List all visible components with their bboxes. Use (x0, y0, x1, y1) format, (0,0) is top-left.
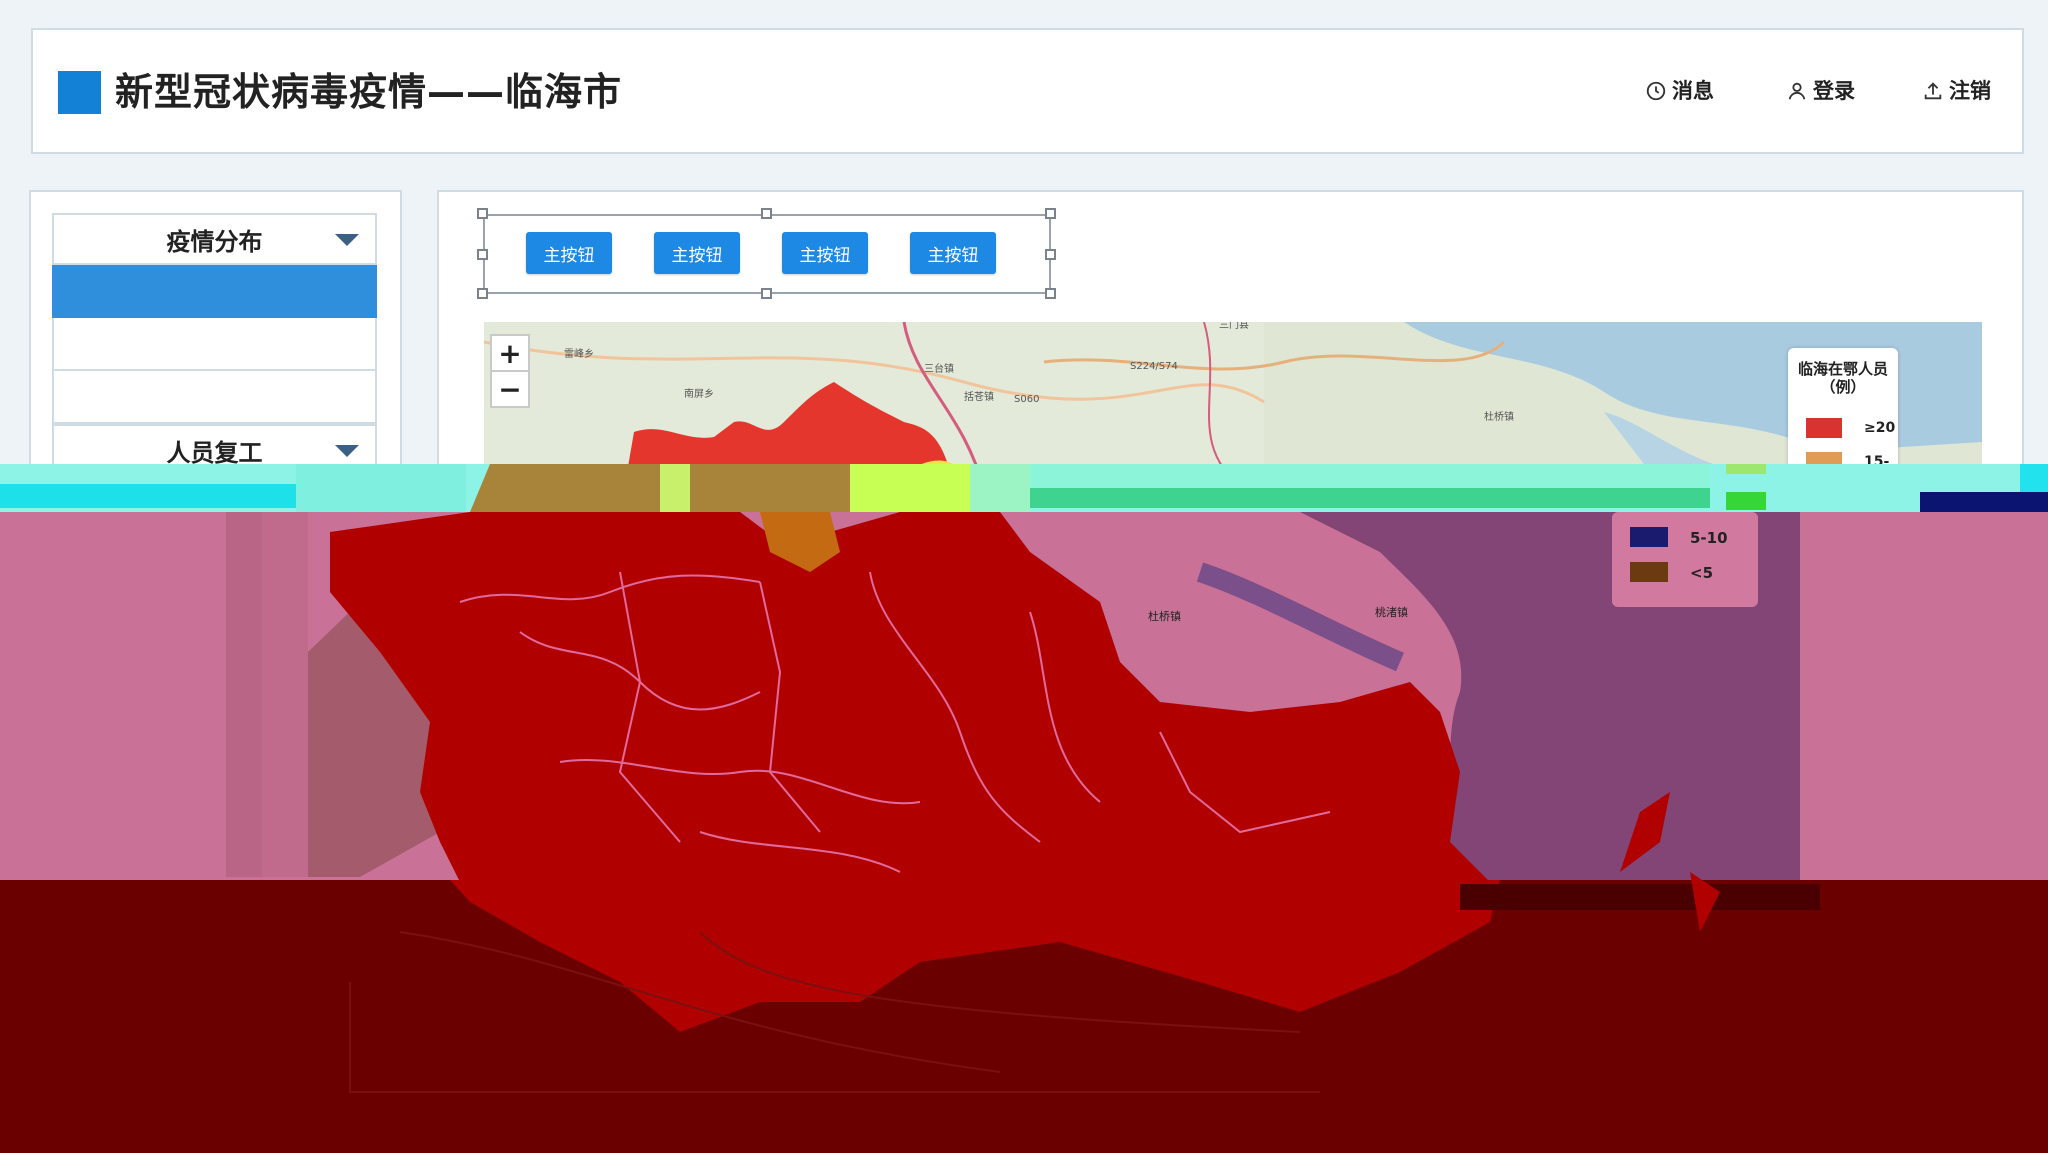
svg-text:杜桥镇: 杜桥镇 (1484, 410, 1514, 423)
page-title: 新型冠状病毒疫情——临海市 (115, 70, 623, 114)
upload-icon (1924, 82, 1942, 100)
main-panel: 主按钮 主按钮 主按钮 主按钮 雷峰乡 南屏乡 三台镇 括苍镇 S060 S22… (437, 190, 2024, 490)
resize-handle[interactable] (477, 249, 488, 260)
sidebar: 疫情分布 人员复工 (29, 190, 402, 490)
primary-button-4[interactable]: 主按钮 (910, 232, 996, 274)
svg-text:括苍镇: 括苍镇 (964, 390, 994, 403)
resize-handle[interactable] (761, 208, 772, 219)
top-header: 新型冠状病毒疫情——临海市 消息 登录 注销 (31, 28, 2024, 154)
svg-text:S060: S060 (1014, 394, 1039, 405)
svg-text:三台镇: 三台镇 (924, 362, 954, 375)
submenu-item-active[interactable] (52, 265, 377, 318)
logo-icon (58, 71, 101, 114)
svg-text:南屏乡: 南屏乡 (684, 387, 714, 400)
map-lower-render: 5-10 <5 杜桥镇 桃渚镇 (0, 512, 2048, 1153)
map-place-label: 桃渚镇 (1375, 605, 1408, 619)
primary-button-3[interactable]: 主按钮 (782, 232, 868, 274)
resize-handle[interactable] (1045, 288, 1056, 299)
resize-handle[interactable] (1045, 249, 1056, 260)
legend-label: 5-10 (1690, 529, 1728, 547)
primary-button-2[interactable]: 主按钮 (654, 232, 740, 274)
svg-text:S224/S74: S224/S74 (1130, 361, 1178, 372)
resize-handle[interactable] (761, 288, 772, 299)
messages-link[interactable]: 消息 (1645, 74, 1714, 108)
user-icon (1788, 82, 1806, 100)
legend-title: 临海在鄂人员 （例） (1797, 360, 1888, 396)
chevron-down-icon (335, 445, 359, 457)
menu-work-resumption-label: 人员复工 (166, 438, 263, 467)
svg-text:雷峰乡: 雷峰乡 (564, 348, 594, 360)
menu-epidemic-distribution[interactable]: 疫情分布 (52, 213, 377, 265)
zoom-out-button[interactable]: − (490, 370, 530, 408)
submenu-item[interactable] (52, 371, 377, 424)
primary-button-1[interactable]: 主按钮 (526, 232, 612, 274)
submenu-item[interactable] (52, 318, 377, 371)
resize-handle[interactable] (1045, 208, 1056, 219)
messages-link-label: 消息 (1672, 79, 1714, 103)
clock-icon (1646, 81, 1666, 101)
map-place-label: 杜桥镇 (1148, 609, 1181, 623)
svg-text:三门县: 三门县 (1219, 322, 1249, 331)
legend-label: <5 (1690, 564, 1713, 582)
resize-handle[interactable] (477, 208, 488, 219)
chevron-down-icon (335, 234, 359, 246)
menu-epidemic-distribution-label: 疫情分布 (166, 227, 263, 256)
login-link[interactable]: 登录 (1786, 74, 1855, 108)
glitch-band (0, 464, 2048, 512)
zoom-in-button[interactable]: + (490, 334, 530, 372)
resize-handle[interactable] (477, 288, 488, 299)
legend-swatch (1806, 418, 1842, 438)
login-link-label: 登录 (1813, 79, 1855, 103)
logout-link-label: 注销 (1949, 79, 1991, 103)
logout-link[interactable]: 注销 (1922, 74, 1991, 108)
legend-label: ≥20 (1864, 420, 1896, 436)
